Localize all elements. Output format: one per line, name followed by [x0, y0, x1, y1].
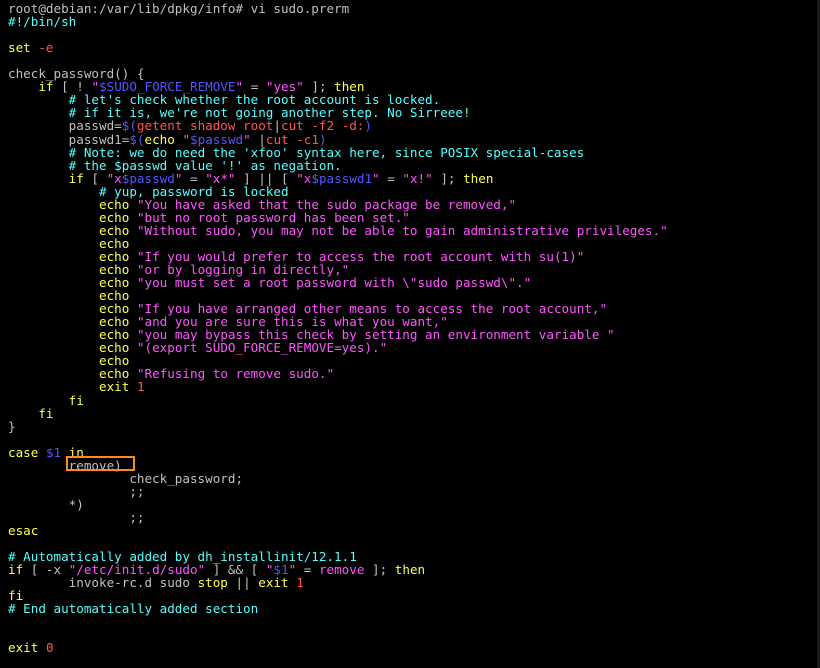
code-token: then — [463, 170, 494, 186]
code-line: # Automatically added by dh_installinit/… — [8, 550, 357, 563]
code-line: exit 0 — [8, 641, 54, 654]
code-token: exit — [258, 575, 289, 591]
code-line: check_password() { — [8, 67, 144, 80]
code-line: fi — [8, 405, 54, 421]
code-line: esac — [8, 524, 38, 537]
code-token: "x — [296, 170, 312, 186]
code-line: # let's check whether the root account i… — [8, 93, 441, 106]
code-token: "(export SUDO_FORCE_REMOVE=yes)." — [136, 340, 388, 356]
code-line: fi — [8, 589, 23, 602]
code-token: ]; — [432, 170, 464, 186]
code-line: root@debian:/var/lib/dpkg/info# vi sudo.… — [8, 2, 349, 15]
code-token: 1 — [296, 575, 304, 591]
code-line: ;; — [8, 485, 144, 498]
code-line: echo "Without sudo, you may not be able … — [8, 224, 668, 237]
code-line: echo — [8, 354, 129, 367]
code-token: "x!" — [402, 170, 433, 186]
code-line: passwd=$(getent shadow root|cut -f2 -d:) — [8, 119, 372, 132]
code-line: passwd1=$(echo "$passwd" |cut -c1) — [8, 133, 327, 146]
code-token: } — [8, 418, 16, 434]
code-token: " — [372, 170, 380, 186]
code-line: echo "but no root password has been set.… — [8, 211, 410, 224]
code-line: invoke-rc.d sudo stop || exit 1 — [8, 576, 304, 589]
code-line: echo "and you are sure this is what you … — [8, 315, 448, 328]
code-token: # End automatically added section — [8, 601, 259, 617]
code-line: echo "Refusing to remove sudo." — [8, 367, 334, 380]
code-line: # if it is, we're not going another step… — [8, 106, 471, 119]
code-line: *) — [8, 498, 84, 511]
code-token: 0 — [45, 640, 54, 656]
code-line: echo "If you would prefer to access the … — [8, 250, 584, 263]
code-line: fi — [8, 394, 84, 407]
code-line: if [ -x "/etc/init.d/sudo" ] && [ "$1" =… — [8, 563, 425, 576]
code-token: exit — [99, 379, 130, 395]
code-token: fi — [68, 392, 84, 408]
code-line: set -e — [8, 41, 54, 54]
code-token: esac — [8, 523, 39, 538]
code-line: # Note: we do need the 'xfoo' syntax her… — [8, 146, 585, 159]
code-token: $passwd1 — [311, 170, 373, 186]
code-line: #!/bin/sh — [8, 15, 76, 28]
code-token: #!/bin/sh — [8, 14, 77, 30]
code-line: echo "or by logging in directly," — [8, 263, 349, 276]
code-line: if [ "x$passwd" = "x*" ] || [ "x$passwd1… — [8, 170, 494, 186]
code-line: echo — [8, 289, 129, 302]
code-line: if [ ! "$SUDO_FORCE_REMOVE" = "yes" ]; t… — [8, 80, 364, 93]
code-line: remove) — [8, 459, 122, 472]
code-line: ;; — [8, 511, 144, 524]
code-line: # End automatically added section — [8, 602, 258, 615]
code-line: } — [8, 420, 16, 433]
code-token: "you must set a root password with \"sud… — [136, 275, 532, 291]
code-token: || — [227, 575, 259, 591]
code-token: "Without sudo, you may not be able to ga… — [136, 222, 668, 238]
code-token: = — [379, 170, 403, 186]
code-token: 1 — [136, 379, 145, 395]
code-line: # yup, password is locked — [8, 185, 289, 198]
code-token: remove — [318, 562, 365, 578]
code-line: case $1 in — [8, 446, 84, 459]
code-line: echo "you may bypass this check by setti… — [8, 328, 615, 341]
code-token: ) — [364, 118, 372, 134]
code-line: echo — [8, 237, 129, 250]
code-token: invoke-rc.d sudo — [8, 575, 198, 591]
code-token: -e — [38, 40, 54, 56]
terminal-window[interactable]: root@debian:/var/lib/dpkg/info# vi sudo.… — [0, 0, 820, 668]
code-line: echo "you must set a root password with … — [8, 276, 531, 289]
code-token: exit — [8, 640, 39, 656]
code-line: echo "(export SUDO_FORCE_REMOVE=yes)." — [8, 341, 387, 354]
code-line: echo "If you have arranged other means t… — [8, 302, 607, 315]
code-token: set — [8, 40, 39, 56]
code-line: exit 1 — [8, 380, 145, 393]
code-token: ]; — [364, 562, 395, 578]
code-line: # the $passwd value '!' as negation. — [8, 159, 342, 172]
code-line: check_password; — [8, 472, 243, 485]
code-token: fi — [38, 405, 54, 421]
code-line: echo "You have asked that the sudo packa… — [8, 198, 516, 211]
code-token: then — [394, 562, 426, 578]
code-token: stop — [197, 575, 228, 591]
code-token: "Refusing to remove sudo." — [136, 366, 335, 382]
